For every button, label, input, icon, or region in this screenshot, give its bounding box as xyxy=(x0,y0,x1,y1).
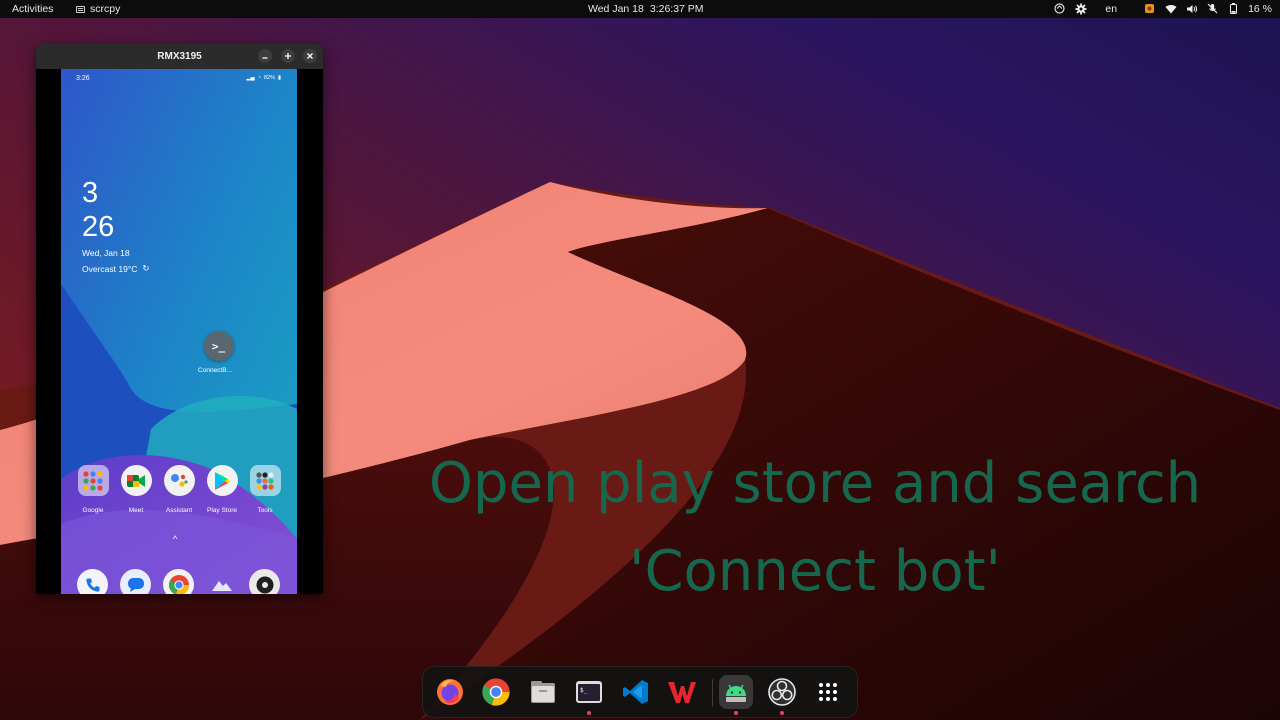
widget-date: Wed, Jan 18 xyxy=(82,248,130,258)
play-store-icon xyxy=(206,465,238,496)
app-tools-folder[interactable]: Tools xyxy=(243,465,287,514)
system-tray[interactable]: en 16 % xyxy=(1053,2,1272,15)
clock-date: Wed Jan 18 xyxy=(588,3,644,15)
android-icon xyxy=(726,684,746,702)
clock-button[interactable]: Wed Jan 18 3:26:37 PM xyxy=(588,3,704,15)
microphone-muted-icon[interactable] xyxy=(1206,2,1219,15)
battery-icon[interactable] xyxy=(1227,2,1240,15)
tutorial-caption: Open play store and search 'Connect bot' xyxy=(400,440,1230,616)
scrcpy-app-icon xyxy=(76,5,85,13)
clock-time: 3:26:37 PM xyxy=(649,3,704,15)
app-label: Tools xyxy=(257,507,273,514)
clock-minute: 26 xyxy=(82,211,115,243)
weather-text: Overcast 19°C xyxy=(82,263,138,274)
firefox-icon xyxy=(437,679,463,705)
app-google-folder[interactable]: Google xyxy=(71,465,115,514)
app-play-store[interactable]: Play Store xyxy=(200,465,244,514)
phone-status-time: 3:26 xyxy=(76,75,90,82)
chrome-icon xyxy=(482,678,510,706)
gear-icon[interactable] xyxy=(1074,2,1087,15)
running-indicator xyxy=(780,711,784,715)
tools-folder-icon xyxy=(249,465,281,496)
dock-item-vscode[interactable] xyxy=(619,675,653,709)
messages-icon[interactable] xyxy=(120,569,151,594)
dock-separator xyxy=(712,679,713,707)
caption-line-2: 'Connect bot' xyxy=(629,539,1001,604)
gallery-icon[interactable] xyxy=(206,569,237,594)
svg-text:$_: $_ xyxy=(580,687,588,694)
minimize-button[interactable] xyxy=(258,49,272,63)
battery-percentage: 16 % xyxy=(1248,2,1272,15)
app-menu[interactable]: scrcpy xyxy=(76,3,120,15)
google-folder-icon xyxy=(77,465,109,496)
notification-app-icon[interactable] xyxy=(1143,2,1156,15)
phone-battery-text: 82% xyxy=(263,75,275,81)
assistant-icon xyxy=(163,465,195,496)
maximize-button[interactable] xyxy=(281,49,295,63)
app-meet[interactable]: Meet xyxy=(114,465,158,514)
dock-item-terminal[interactable]: $_ xyxy=(572,675,606,715)
dock-item-wps-office[interactable] xyxy=(665,675,699,709)
running-indicator xyxy=(734,711,738,715)
activities-button[interactable]: Activities xyxy=(12,3,53,15)
files-icon xyxy=(531,681,555,703)
signal-icon: ▂▄ xyxy=(246,75,255,81)
keyboard-layout-indicator[interactable]: en xyxy=(1105,3,1117,15)
running-indicator xyxy=(587,711,591,715)
dock-item-obs[interactable] xyxy=(765,675,799,715)
clock-hour: 3 xyxy=(82,177,99,209)
app-menu-label: scrcpy xyxy=(90,3,121,15)
vscode-icon xyxy=(623,680,648,704)
phone-screen[interactable]: 3:26 ▂▄ ◔ 82% ▮ 3 26 Wed, Jan 18 Overcas… xyxy=(61,69,297,594)
clock-widget[interactable]: 3 26 Wed, Jan 18 Overcast 19°C ↻ xyxy=(82,176,150,274)
dock-item-chrome[interactable] xyxy=(479,675,513,709)
close-button[interactable] xyxy=(303,49,317,63)
meet-icon xyxy=(120,465,152,496)
screen-record-icon[interactable] xyxy=(1053,2,1066,15)
caption-line-1: Open play store and search xyxy=(428,451,1202,516)
app-drawer-arrow-icon[interactable]: ^ xyxy=(173,534,177,544)
terminal-prompt-icon: >_ xyxy=(203,331,234,361)
phone-status-bar: 3:26 ▂▄ ◔ 82% ▮ xyxy=(61,73,297,85)
scrcpy-window[interactable]: RMX3195 3:26 ▂▄ ◔ 82% ▮ 3 26 Wed, Jan 18… xyxy=(36,44,323,594)
connectbot-label: ConnectB... xyxy=(198,367,232,374)
camera-icon[interactable] xyxy=(249,569,280,594)
obs-icon xyxy=(768,678,796,706)
app-label: Meet xyxy=(128,507,144,514)
dock: $_ xyxy=(422,666,858,718)
refresh-icon: ↻ xyxy=(142,263,150,273)
dock-item-firefox[interactable] xyxy=(433,675,467,709)
app-assistant[interactable]: Assistant xyxy=(157,465,201,514)
phone-battery-icon: ▮ xyxy=(277,75,281,81)
app-label: Assistant xyxy=(165,507,193,514)
top-bar: Activities scrcpy Wed Jan 18 3:26:37 PM … xyxy=(0,0,1280,18)
phone-dialer-icon[interactable] xyxy=(77,569,108,594)
phone-wallpaper xyxy=(61,69,297,594)
window-titlebar[interactable]: RMX3195 xyxy=(36,44,323,69)
dock-item-files[interactable] xyxy=(526,675,560,709)
terminal-icon: $_ xyxy=(576,681,602,703)
connectbot-shortcut[interactable]: >_ ConnectB... xyxy=(198,331,237,374)
chrome-icon[interactable] xyxy=(163,569,194,594)
volume-icon[interactable] xyxy=(1185,2,1198,15)
dock-item-app-grid[interactable] xyxy=(811,675,845,709)
weather-row: Overcast 19°C ↻ xyxy=(82,263,150,274)
phone-wifi-icon: ◔ xyxy=(257,75,261,81)
app-label: Play Store xyxy=(207,507,237,514)
wps-office-icon xyxy=(668,682,696,703)
app-label: Google xyxy=(82,507,104,514)
app-grid-icon xyxy=(819,683,837,701)
window-title: RMX3195 xyxy=(157,51,202,62)
wifi-icon[interactable] xyxy=(1164,2,1177,15)
dock-item-scrcpy[interactable] xyxy=(719,675,753,715)
